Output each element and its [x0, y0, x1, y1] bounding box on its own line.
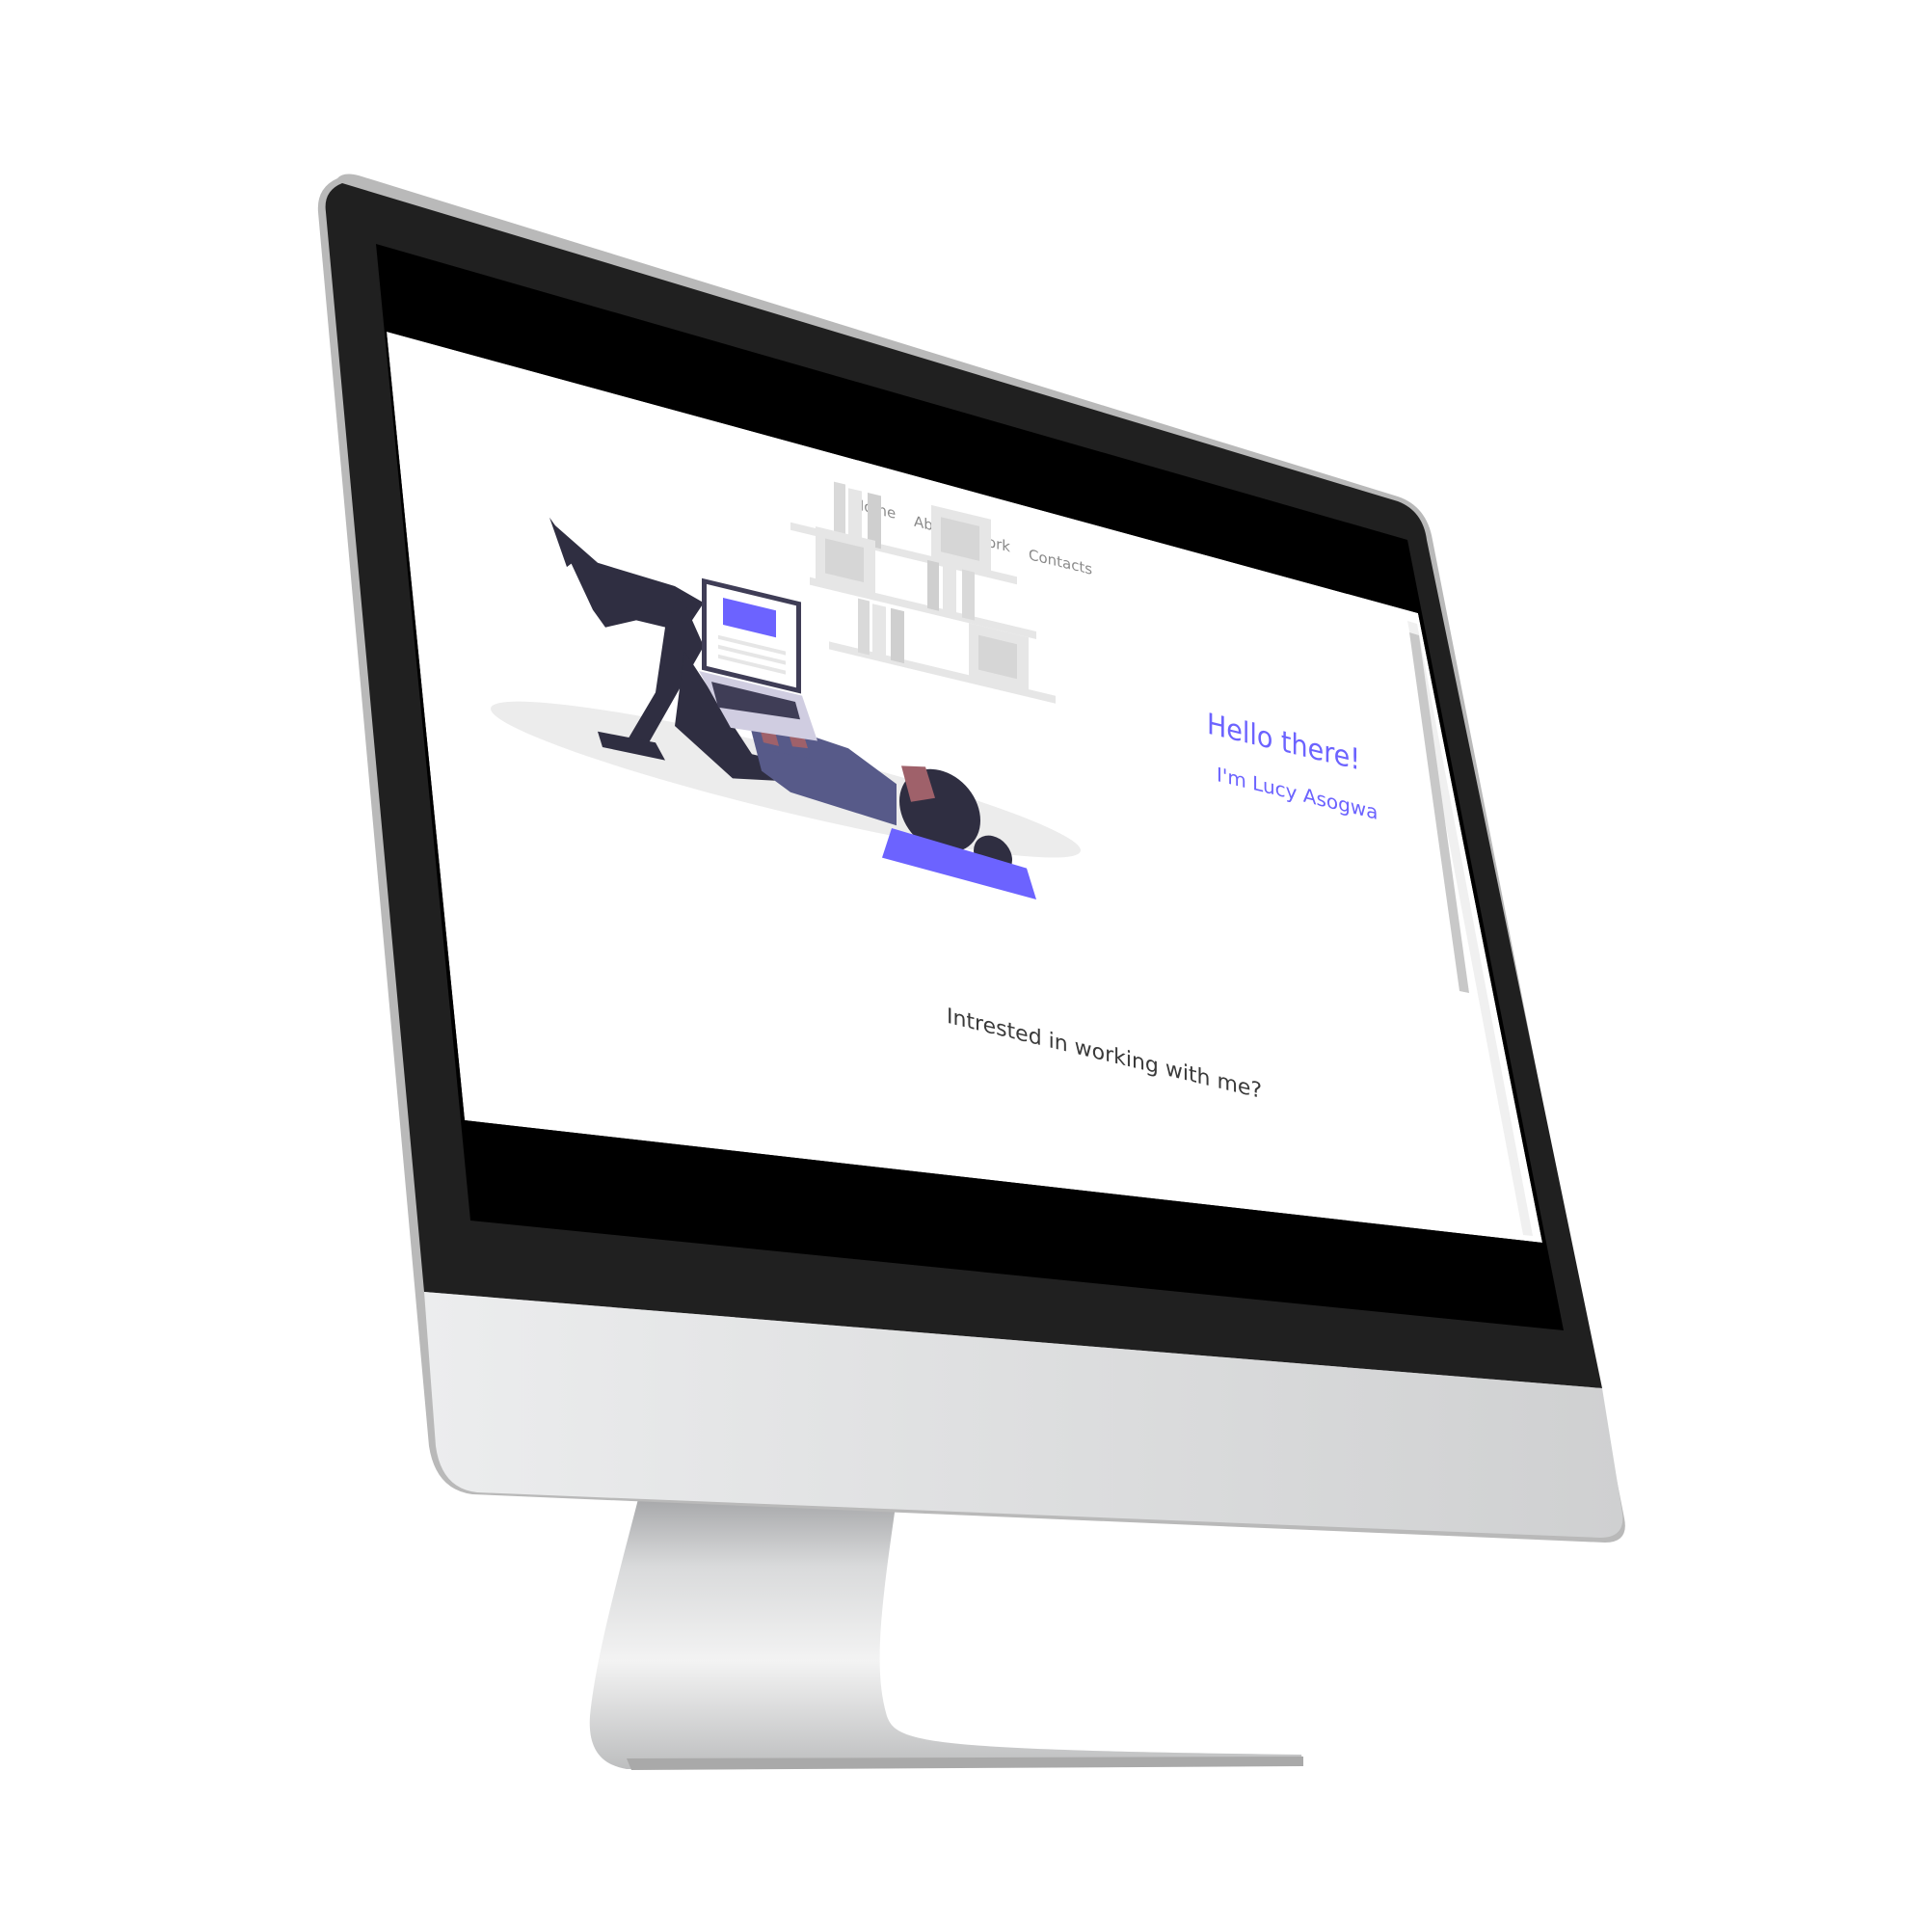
device-mockup-scene: Home About Work Contacts [0, 0, 1928, 1928]
imac-mockup: Home About Work Contacts [317, 174, 1625, 1770]
monitor-stand [589, 1499, 1303, 1770]
